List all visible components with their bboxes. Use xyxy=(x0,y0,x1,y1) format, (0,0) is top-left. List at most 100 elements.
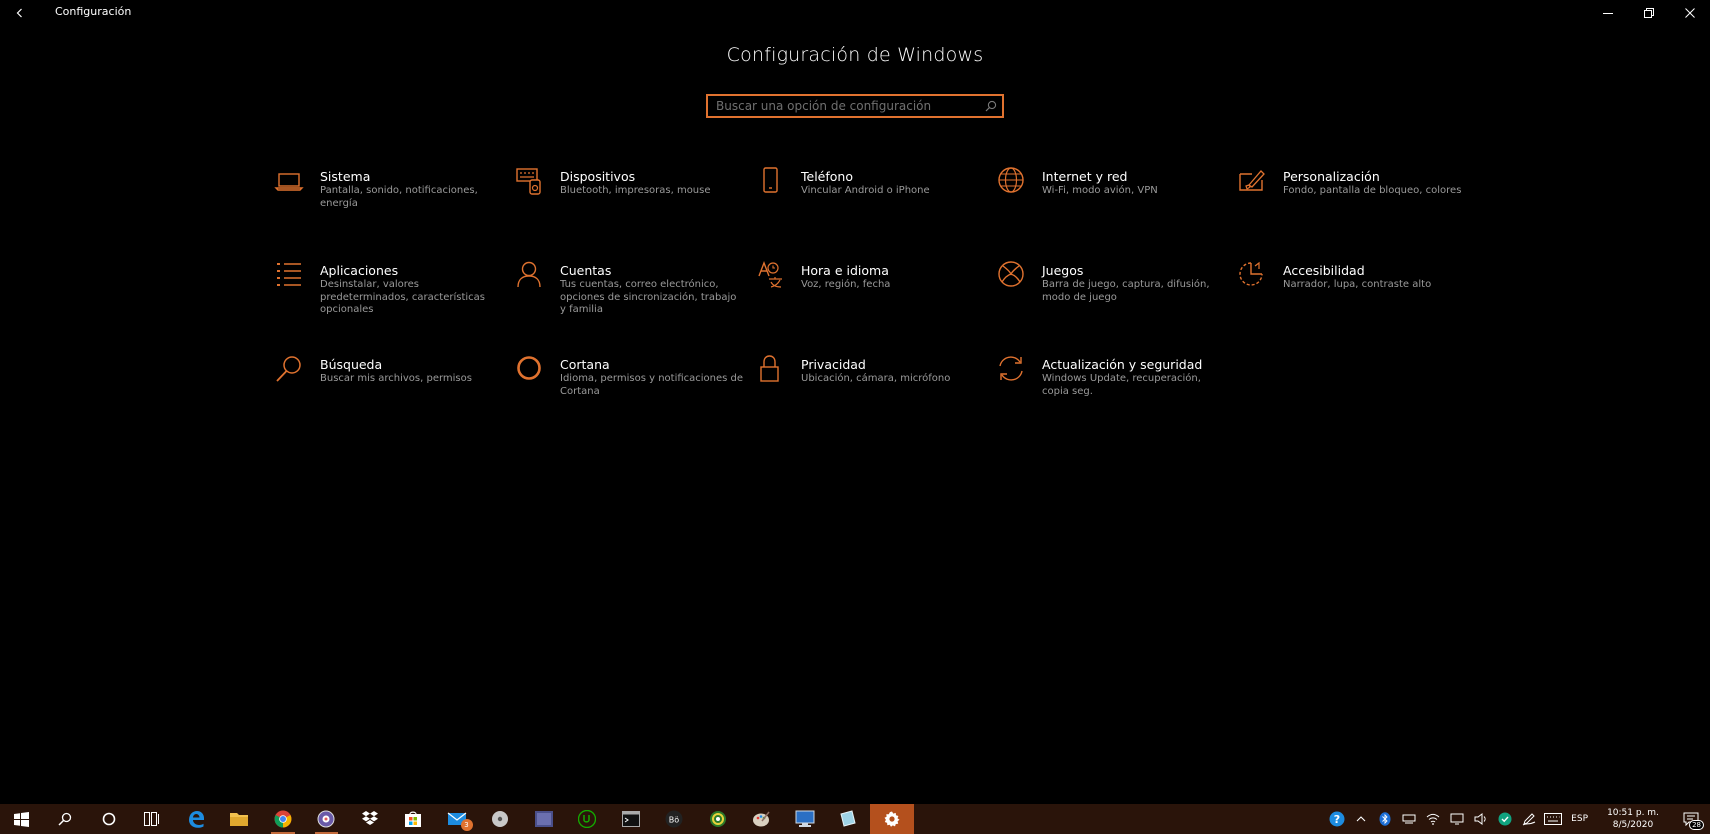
taskbar-search-button[interactable] xyxy=(44,804,88,834)
category-hora-e-idioma[interactable]: Hora e idioma Voz, región, fecha xyxy=(753,260,983,338)
category-busqueda[interactable]: Búsqueda Buscar mis archivos, permisos xyxy=(272,354,502,432)
keyboard-icon xyxy=(512,166,546,200)
category-title: Dispositivos xyxy=(560,169,636,184)
paint-icon xyxy=(1235,166,1269,200)
wifi-icon xyxy=(1426,813,1440,825)
restore-button[interactable] xyxy=(1628,0,1669,26)
category-title: Privacidad xyxy=(801,357,866,372)
taskbar-app-remote[interactable] xyxy=(783,804,827,834)
category-sistema[interactable]: Sistema Pantalla, sonido, notificaciones… xyxy=(272,166,502,244)
pen-icon xyxy=(1522,813,1536,826)
taskbar-app-disc[interactable] xyxy=(479,804,523,834)
category-privacidad[interactable]: Privacidad Ubicación, cámara, micrófono xyxy=(753,354,983,432)
cortana-button[interactable] xyxy=(87,804,131,834)
taskbar-app-chrome[interactable] xyxy=(261,804,305,834)
category-personalizacion[interactable]: Personalización Fondo, pantalla de bloqu… xyxy=(1235,166,1465,244)
category-title: Juegos xyxy=(1042,263,1084,278)
update-icon xyxy=(994,354,1028,388)
taskbar-app-store[interactable] xyxy=(392,804,436,834)
category-description: Narrador, lupa, contraste alto xyxy=(1283,279,1432,290)
category-description: Fondo, pantalla de bloqueo, colores xyxy=(1283,185,1462,196)
restore-icon xyxy=(1643,8,1654,18)
taskbar-app-mail[interactable]: 3 xyxy=(435,804,479,834)
clock-date: 8/5/2020 xyxy=(1612,820,1654,830)
start-button[interactable] xyxy=(0,804,44,834)
taskbar-app-image[interactable] xyxy=(522,804,566,834)
chrome-icon xyxy=(274,810,292,828)
tray-keyboard[interactable] xyxy=(1541,804,1565,834)
category-title: Sistema xyxy=(320,169,371,184)
tray-show-hidden[interactable] xyxy=(1349,804,1373,834)
cortana-icon xyxy=(102,812,116,826)
taskbar-app-upwork[interactable] xyxy=(566,804,610,834)
edge-icon xyxy=(188,811,204,828)
minimize-icon xyxy=(1602,13,1613,14)
search-input[interactable] xyxy=(708,96,980,116)
clock[interactable]: 10:51 p. m. 8/5/2020 xyxy=(1594,807,1672,831)
category-description: Ubicación, cámara, micrófono xyxy=(801,373,951,384)
window-title: Configuración xyxy=(55,5,132,18)
tray-network-adapter[interactable] xyxy=(1397,804,1421,834)
input-language[interactable]: ESP xyxy=(1565,814,1594,824)
taskbar-app-terminal[interactable] xyxy=(609,804,653,834)
image-viewer-icon xyxy=(534,811,553,827)
category-description: Vincular Android o iPhone xyxy=(801,185,930,196)
category-description: Idioma, permisos y notificaciones de Cor… xyxy=(560,373,744,397)
back-button[interactable] xyxy=(8,2,32,24)
taskbar-app-sync[interactable] xyxy=(696,804,740,834)
task-view-button[interactable] xyxy=(131,804,175,834)
tray-help[interactable]: ? xyxy=(1325,804,1349,834)
tray-display[interactable] xyxy=(1445,804,1469,834)
taskbar-app-edge[interactable] xyxy=(174,804,218,834)
tray-volume[interactable] xyxy=(1469,804,1493,834)
category-title: Teléfono xyxy=(801,169,853,184)
touch-keyboard-icon xyxy=(1544,813,1563,825)
search-box[interactable] xyxy=(706,94,1004,118)
category-description: Barra de juego, captura, difusión, modo … xyxy=(1042,279,1210,303)
store-icon xyxy=(405,811,422,827)
category-telefono[interactable]: Teléfono Vincular Android o iPhone xyxy=(753,166,983,244)
taskbar-app-notes[interactable] xyxy=(827,804,871,834)
help-icon: ? xyxy=(1329,811,1345,827)
category-description: Bluetooth, impresoras, mouse xyxy=(560,185,711,196)
mail-badge: 3 xyxy=(460,819,473,831)
tray-pen[interactable] xyxy=(1517,804,1541,834)
apps-list-icon xyxy=(272,260,306,294)
taskbar-app-dropbox[interactable] xyxy=(348,804,392,834)
category-internet-y-red[interactable]: Internet y red Wi-Fi, modo avión, VPN xyxy=(994,166,1224,244)
category-description: Buscar mis archivos, permisos xyxy=(320,373,472,384)
category-description: Pantalla, sonido, notificaciones, energí… xyxy=(320,185,478,209)
remote-desktop-icon xyxy=(795,810,815,827)
taskbar-app-settings[interactable] xyxy=(870,804,914,834)
category-accesibilidad[interactable]: Accesibilidad Narrador, lupa, contraste … xyxy=(1235,260,1465,338)
minimize-button[interactable] xyxy=(1587,0,1628,26)
disc-icon xyxy=(492,811,509,827)
category-juegos[interactable]: Juegos Barra de juego, captura, difusión… xyxy=(994,260,1224,338)
taskbar-app-paint[interactable] xyxy=(740,804,784,834)
taskbar-app-file-explorer[interactable] xyxy=(218,804,262,834)
category-dispositivos[interactable]: Dispositivos Bluetooth, impresoras, mous… xyxy=(512,166,742,244)
person-icon xyxy=(512,260,546,294)
tray-bluetooth[interactable] xyxy=(1373,804,1397,834)
taskbar-app-media[interactable] xyxy=(305,804,349,834)
sync-app-icon xyxy=(709,811,726,827)
search-icon[interactable] xyxy=(980,96,1002,116)
tray-wifi[interactable] xyxy=(1421,804,1445,834)
category-aplicaciones[interactable]: Aplicaciones Desinstalar, valores predet… xyxy=(272,260,502,338)
category-cuentas[interactable]: Cuentas Tus cuentas, correo electrónico,… xyxy=(512,260,742,338)
gear-icon xyxy=(884,811,900,827)
category-description: Tus cuentas, correo electrónico, opcione… xyxy=(560,279,737,315)
category-cortana[interactable]: Cortana Idioma, permisos y notificacione… xyxy=(512,354,744,432)
category-description: Wi-Fi, modo avión, VPN xyxy=(1042,185,1158,196)
category-title: Búsqueda xyxy=(320,357,383,372)
laptop-icon xyxy=(272,166,306,200)
svg-text:?: ? xyxy=(1334,813,1340,826)
close-button[interactable] xyxy=(1669,0,1710,26)
category-actualizacion-y-seguridad[interactable]: Actualización y seguridad Windows Update… xyxy=(994,354,1224,432)
tray-security[interactable] xyxy=(1493,804,1517,834)
back-arrow-icon xyxy=(16,8,22,18)
taskbar-app-bo[interactable]: Bö xyxy=(653,804,697,834)
action-center-button[interactable]: 28 xyxy=(1672,804,1710,834)
category-title: Cuentas xyxy=(560,263,612,278)
folder-icon xyxy=(230,813,249,826)
